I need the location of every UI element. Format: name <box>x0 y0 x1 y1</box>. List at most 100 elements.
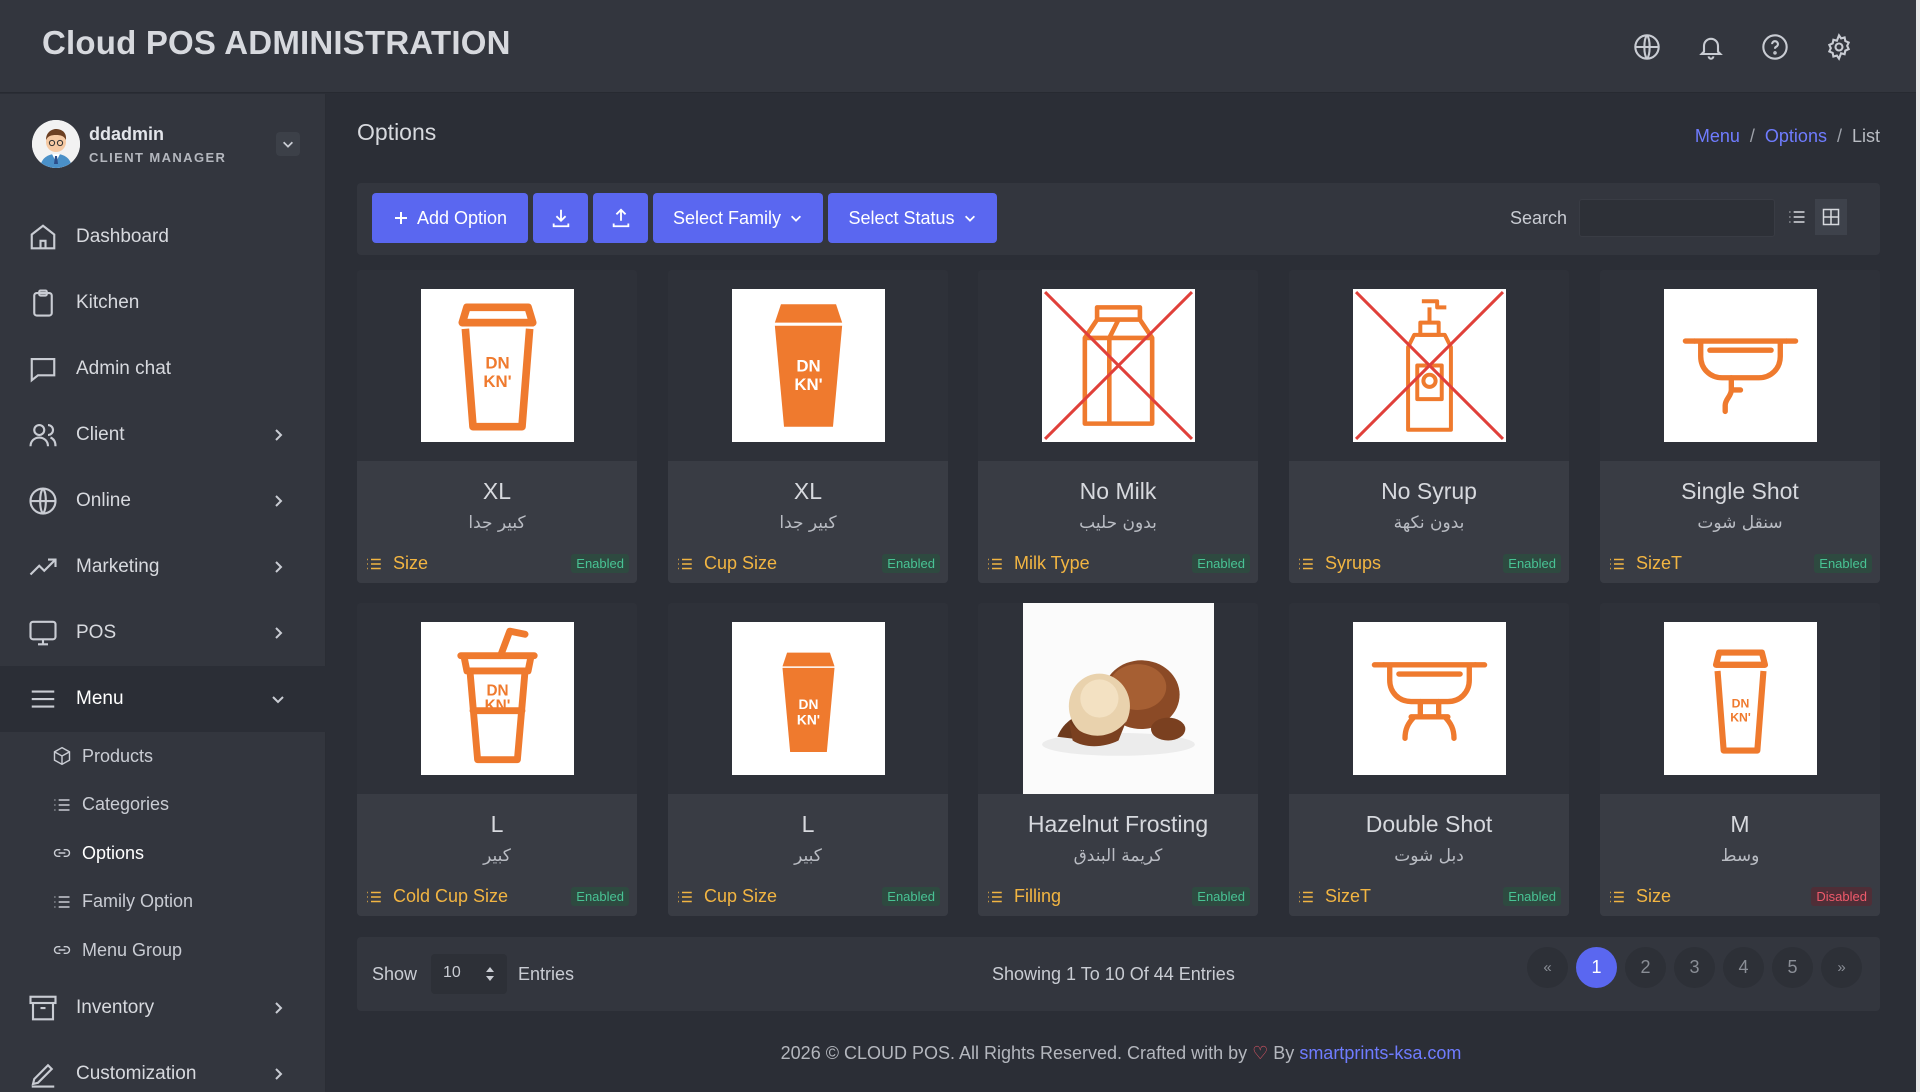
sidebar-item-marketing[interactable]: Marketing <box>0 534 326 600</box>
sidebar-item-customization[interactable]: Customization <box>0 1041 326 1092</box>
breadcrumb-separator: / <box>1836 126 1842 146</box>
sidebar-item-label: Menu <box>76 688 124 709</box>
option-family[interactable]: Size <box>365 553 428 574</box>
list-icon <box>1299 558 1313 569</box>
option-name-arabic: كبير جدا <box>468 513 526 533</box>
select-status-dropdown[interactable]: Select Status <box>828 193 997 243</box>
page-button[interactable]: 1 <box>1576 947 1617 988</box>
grid-view-toggle[interactable] <box>1815 199 1847 235</box>
option-card[interactable]: DN KN' XL كبير جدا Cup Size Enabled <box>668 270 948 583</box>
option-card-body: L كبير Cup Size Enabled <box>668 794 948 916</box>
breadcrumb-options-link[interactable]: Options <box>1765 126 1827 147</box>
search-input[interactable] <box>1579 199 1775 237</box>
option-card[interactable]: DN KN' M وسط Size Disabled <box>1600 603 1880 916</box>
option-family[interactable]: Cup Size <box>676 553 777 574</box>
help-icon[interactable] <box>1758 30 1792 64</box>
profile-menu-toggle[interactable] <box>276 132 300 156</box>
globe-icon[interactable] <box>1630 30 1664 64</box>
submenu-item-options[interactable]: Options <box>0 829 326 878</box>
solid-cup-icon: DN KN' <box>731 622 885 775</box>
status-badge: Enabled <box>882 554 940 573</box>
sidebar-item-admin-chat[interactable]: Admin chat <box>0 336 326 402</box>
page-button[interactable]: 4 <box>1723 947 1764 988</box>
submenu-item-categories[interactable]: Categories <box>0 781 326 830</box>
select-status-label: Select Status <box>848 207 955 228</box>
option-card[interactable]: Double Shot دبل شوت SizeT Enabled <box>1289 603 1569 916</box>
download-button[interactable] <box>533 193 588 243</box>
submenu-item-menu-group[interactable]: Menu Group <box>0 926 326 975</box>
add-option-button[interactable]: Add Option <box>372 193 528 243</box>
option-name: Single Shot <box>1681 478 1799 504</box>
sidebar-item-label: Marketing <box>76 556 160 577</box>
pen-icon <box>28 1059 58 1089</box>
menu-icon <box>28 684 58 714</box>
gear-icon[interactable] <box>1822 30 1856 64</box>
submenu-item-products[interactable]: Products <box>0 732 326 781</box>
bell-icon[interactable] <box>1694 30 1728 64</box>
prev-page-button[interactable]: « <box>1527 947 1568 988</box>
status-badge: Enabled <box>1503 887 1561 906</box>
window-scrollbar[interactable] <box>1916 0 1920 1092</box>
sidebar-item-pos[interactable]: POS <box>0 600 326 666</box>
espresso-single-icon <box>1663 289 1817 442</box>
home-icon <box>28 222 58 252</box>
option-card[interactable]: DN KN' L كبير Cup Size Enabled <box>668 603 948 916</box>
option-family[interactable]: Filling <box>986 886 1061 907</box>
list-view-toggle[interactable] <box>1781 199 1813 235</box>
chevron-down-icon <box>964 215 975 222</box>
archive-icon <box>28 993 58 1023</box>
option-card[interactable]: No Milk بدون حليب Milk Type Enabled <box>978 270 1258 583</box>
upload-button[interactable] <box>593 193 648 243</box>
sidebar-item-kitchen[interactable]: Kitchen <box>0 270 326 336</box>
page-button[interactable]: 3 <box>1674 947 1715 988</box>
status-badge: Enabled <box>1814 554 1872 573</box>
option-card[interactable]: DN KN' XL كبير جدا Size Enabled <box>357 270 637 583</box>
option-card[interactable]: Hazelnut Frosting كريمة البندق Filling E… <box>978 603 1258 916</box>
option-card-body: Double Shot دبل شوت SizeT Enabled <box>1289 794 1569 916</box>
entries-label: Entries <box>518 964 575 984</box>
option-family-label: Milk Type <box>1014 553 1090 573</box>
sidebar-item-online[interactable]: Online <box>0 468 326 534</box>
option-family[interactable]: Milk Type <box>986 553 1090 574</box>
status-badge: Enabled <box>882 887 940 906</box>
milk-carton-crossed-icon <box>1041 289 1195 442</box>
option-family[interactable]: SizeT <box>1297 886 1371 907</box>
breadcrumb-menu-link[interactable]: Menu <box>1695 126 1740 147</box>
sidebar-item-menu[interactable]: Menu <box>0 666 326 732</box>
option-card[interactable]: No Syrup بدون نكهة Syrups Enabled <box>1289 270 1569 583</box>
option-card[interactable]: Single Shot سنقل شوت SizeT Enabled <box>1600 270 1880 583</box>
svg-text:KN': KN' <box>796 713 819 728</box>
option-image: DN KN' <box>357 603 637 794</box>
option-family[interactable]: Size <box>1608 886 1671 907</box>
option-card[interactable]: DN KN' L كبير Cold Cup Size Enabled <box>357 603 637 916</box>
option-family[interactable]: Cold Cup Size <box>365 886 508 907</box>
footer-link[interactable]: smartprints-ksa.com <box>1299 1043 1461 1063</box>
submenu-item-family-option[interactable]: Family Option <box>0 878 326 927</box>
page-button[interactable]: 5 <box>1772 947 1813 988</box>
option-family-label: SizeT <box>1636 553 1683 573</box>
entries-per-page-select[interactable]: 10 <box>431 954 507 994</box>
download-icon <box>552 209 569 228</box>
option-name: L <box>490 811 504 837</box>
pager: « 1 2 3 4 5 » <box>1527 947 1862 988</box>
submenu-item-label: Menu Group <box>82 939 183 960</box>
heart-icon: ♡ <box>1252 1043 1269 1063</box>
sidebar-item-dashboard[interactable]: Dashboard <box>0 204 326 270</box>
option-family-label: SizeT <box>1325 886 1372 906</box>
sidebar-item-client[interactable]: Client <box>0 402 326 468</box>
submenu-item-label: Family Option <box>82 891 194 912</box>
select-family-label: Select Family <box>672 207 782 228</box>
option-name-arabic: وسط <box>1720 846 1760 866</box>
next-page-button[interactable]: » <box>1821 947 1862 988</box>
add-option-label: Add Option <box>416 207 508 228</box>
option-family[interactable]: Syrups <box>1297 553 1381 574</box>
sidebar-item-label: Customization <box>76 1062 197 1084</box>
user-role: CLIENT MANAGER <box>89 150 227 165</box>
option-family[interactable]: Cup Size <box>676 886 777 907</box>
option-family[interactable]: SizeT <box>1608 553 1682 574</box>
trending-up-icon <box>28 552 58 582</box>
sidebar-item-inventory[interactable]: Inventory <box>0 975 326 1041</box>
select-family-dropdown[interactable]: Select Family <box>653 193 823 243</box>
syrup-bottle-crossed-icon <box>1352 289 1506 442</box>
page-button[interactable]: 2 <box>1625 947 1666 988</box>
